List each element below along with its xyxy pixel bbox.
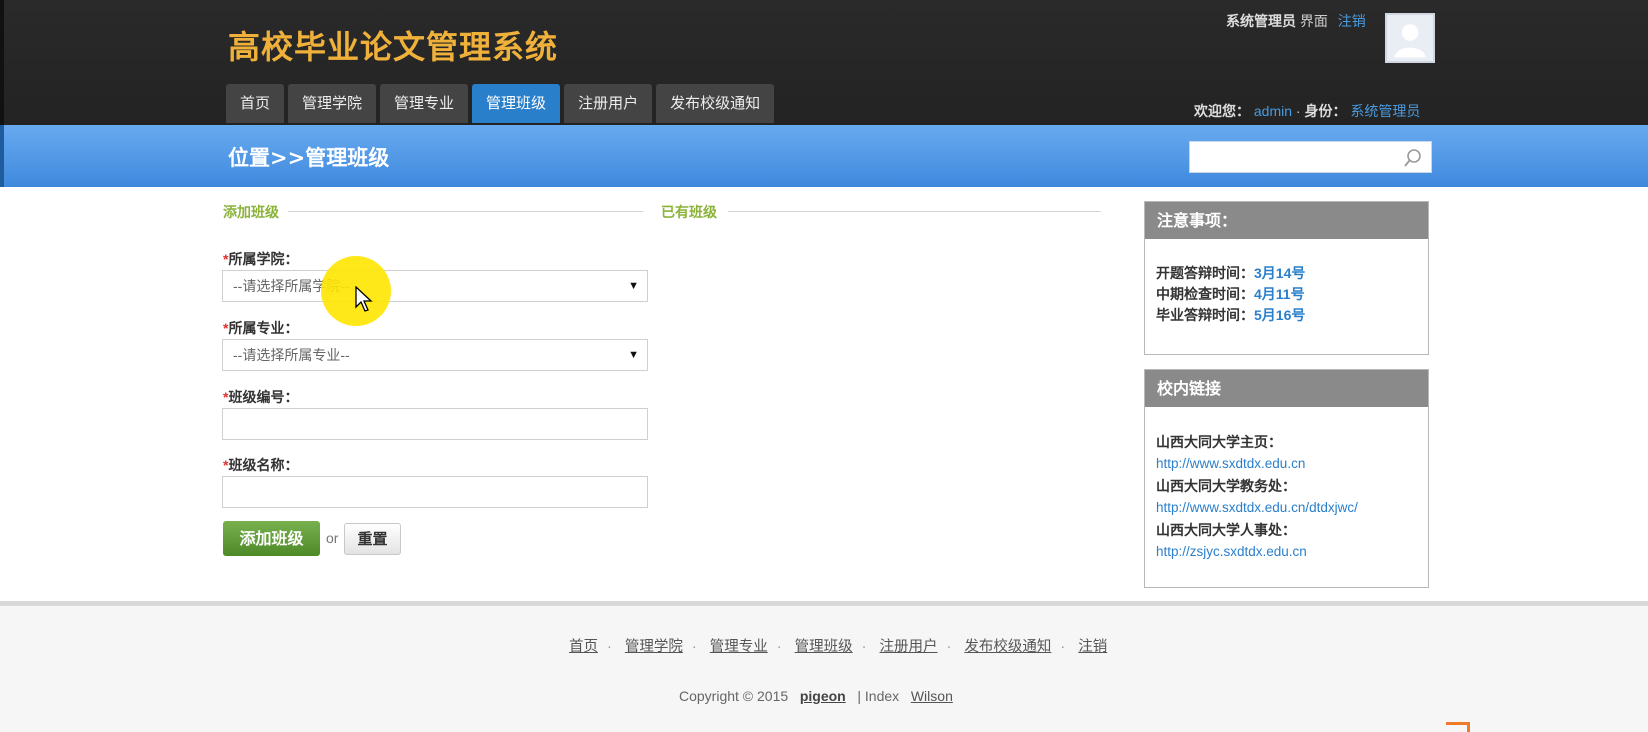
- notice-panel: 注意事项： 开题答辩时间：3月14号 中期检查时间：4月11号 毕业答辩时间：5…: [1144, 201, 1429, 355]
- dropdown-arrow-icon: ▼: [628, 349, 639, 361]
- footer-nav: 首页 · 管理学院 · 管理专业 · 管理班级 · 注册用户 · 发布校级通知 · 注销: [569, 639, 1108, 655]
- corner-marker-icon: [1446, 722, 1470, 732]
- existing-class-section-title: 已有班级: [661, 204, 717, 220]
- class-name-label: *班级名称：: [223, 457, 299, 473]
- footer-link-publish-notice[interactable]: 发布校级通知: [964, 639, 1051, 655]
- footer-link-manage-major[interactable]: 管理专业: [710, 639, 768, 655]
- footer-link-home[interactable]: 首页: [569, 639, 598, 655]
- nav-tab-manage-college[interactable]: 管理学院: [288, 84, 377, 123]
- designer-link[interactable]: Wilson: [911, 688, 953, 704]
- author-link[interactable]: pigeon: [800, 688, 846, 704]
- add-class-section-title: 添加班级: [223, 204, 279, 220]
- notice-panel-body: 开题答辩时间：3月14号 中期检查时间：4月11号 毕业答辩时间：5月16号: [1145, 239, 1428, 336]
- school-homepage-link[interactable]: http://www.sxdtdx.edu.cn: [1156, 453, 1417, 475]
- class-number-input[interactable]: [233, 409, 647, 440]
- class-name-input[interactable]: [233, 477, 647, 508]
- welcome-line: 欢迎您： admin · 身份： 系统管理员: [1194, 103, 1421, 119]
- class-number-label: *班级编号：: [223, 389, 299, 405]
- college-label: *所属学院：: [223, 251, 299, 267]
- notice-item: 毕业答辩时间：5月16号: [1156, 307, 1306, 323]
- add-class-button[interactable]: 添加班级: [223, 521, 320, 556]
- search-icon[interactable]: [1403, 148, 1423, 168]
- major-label: *所属专业：: [223, 320, 299, 336]
- nav-tab-publish-notice[interactable]: 发布校级通知: [656, 84, 775, 123]
- link-name: 山西大同大学主页：: [1156, 434, 1282, 450]
- personnel-office-link[interactable]: http://zsjyc.sxdtdx.edu.cn: [1156, 541, 1417, 563]
- footer-link-manage-college[interactable]: 管理学院: [625, 639, 683, 655]
- site-title: 高校毕业论文管理系统: [228, 28, 559, 66]
- class-number-field[interactable]: [222, 408, 648, 440]
- reset-button[interactable]: 重置: [344, 523, 401, 555]
- college-select[interactable]: --请选择所属学院-- ▼: [222, 270, 648, 302]
- search-input[interactable]: [1190, 142, 1400, 172]
- username: admin: [1253, 103, 1293, 119]
- link-name: 山西大同大学教务处：: [1156, 478, 1296, 494]
- interface-label: 界面: [1299, 13, 1328, 29]
- notice-item: 开题答辩时间：3月14号: [1156, 265, 1306, 281]
- or-text: or: [326, 530, 339, 546]
- search-box: [1189, 141, 1432, 173]
- footer-link-logout[interactable]: 注销: [1078, 639, 1107, 655]
- nav-tab-manage-class[interactable]: 管理班级: [472, 84, 561, 123]
- major-select[interactable]: --请选择所属专业-- ▼: [222, 339, 648, 371]
- mouse-pointer-icon: [355, 286, 373, 312]
- links-panel-title: 校内链接: [1145, 370, 1428, 407]
- links-panel-body: 山西大同大学主页： http://www.sxdtdx.edu.cn 山西大同大…: [1145, 407, 1428, 573]
- footer-link-register-user[interactable]: 注册用户: [880, 639, 938, 655]
- logout-link[interactable]: 注销: [1338, 13, 1366, 29]
- identity-value: 系统管理员: [1350, 103, 1421, 119]
- major-select-value: --请选择所属专业--: [233, 347, 350, 363]
- existing-section-divider: [728, 211, 1101, 212]
- dropdown-arrow-icon: ▼: [628, 280, 639, 292]
- nav-tab-home[interactable]: 首页: [226, 84, 285, 123]
- avatar[interactable]: [1385, 13, 1435, 63]
- copyright: Copyright © 2015 pigeon | Index Wilson: [679, 688, 953, 704]
- academic-affairs-link[interactable]: http://www.sxdtdx.edu.cn/dtdxjwc/: [1156, 497, 1417, 519]
- class-name-field[interactable]: [222, 476, 648, 508]
- breadcrumb: 位置>>管理班级: [228, 145, 390, 170]
- top-header: 高校毕业论文管理系统 首页 管理学院 管理专业 管理班级 注册用户 发布校级通知…: [0, 0, 1648, 125]
- main-nav: 首页 管理学院 管理专业 管理班级 注册用户 发布校级通知: [226, 84, 775, 123]
- footer: 首页 · 管理学院 · 管理专业 · 管理班级 · 注册用户 · 发布校级通知 · 注销 C…: [0, 601, 1648, 732]
- add-section-divider: [288, 211, 643, 212]
- links-panel: 校内链接 山西大同大学主页： http://www.sxdtdx.edu.cn …: [1144, 369, 1429, 588]
- user-silhouette-icon: [1387, 15, 1433, 61]
- identity-label: 身份：: [1304, 103, 1347, 119]
- notice-item: 中期检查时间：4月11号: [1156, 286, 1305, 302]
- nav-tab-manage-major[interactable]: 管理专业: [380, 84, 469, 123]
- welcome-prefix: 欢迎您：: [1194, 103, 1250, 119]
- location-bar: 位置>>管理班级: [0, 125, 1648, 187]
- nav-tab-register-user[interactable]: 注册用户: [564, 84, 653, 123]
- role-label: 系统管理员: [1226, 13, 1296, 29]
- user-role-area: 系统管理员 界面 注销: [1226, 11, 1366, 31]
- footer-link-manage-class[interactable]: 管理班级: [795, 639, 853, 655]
- notice-panel-title: 注意事项：: [1145, 202, 1428, 239]
- link-name: 山西大同大学人事处：: [1156, 522, 1296, 538]
